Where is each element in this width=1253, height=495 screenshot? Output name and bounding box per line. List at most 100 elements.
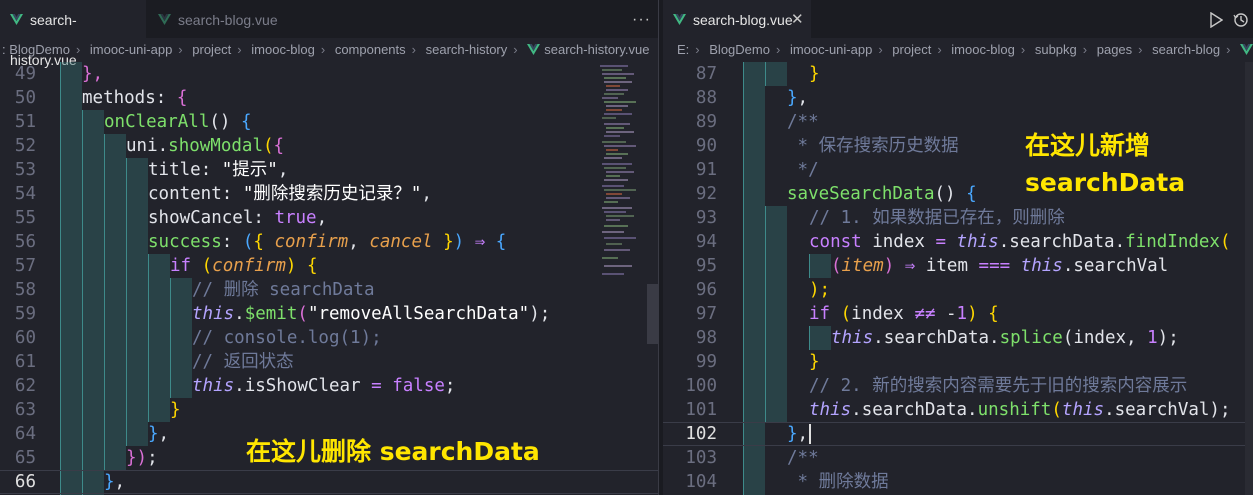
tab-search-blog-vue[interactable]: search-blog.vue	[148, 0, 288, 38]
code-comment: */	[787, 160, 819, 180]
line-number: 102	[685, 424, 717, 444]
line-number: 94	[695, 232, 717, 252]
code-token: if	[809, 304, 831, 324]
line-number: 101	[685, 400, 717, 420]
code-token: this	[831, 328, 874, 348]
breadcrumb-item[interactable]: pages	[1097, 42, 1132, 57]
code-token: findIndex	[1125, 232, 1220, 252]
code-comment: /**	[787, 448, 819, 468]
chevron-right-icon: ›	[695, 42, 700, 57]
code-token: false	[392, 376, 445, 396]
code-token: index	[851, 304, 915, 324]
chevron-right-icon: ›	[513, 42, 518, 57]
tab-search-history-vue[interactable]: search-history.vue	[0, 0, 146, 68]
line-number: 104	[685, 472, 717, 492]
code-line: 52 uni.showModal({	[0, 134, 658, 158]
breadcrumb-item[interactable]: components	[335, 42, 406, 57]
code-token: this	[809, 400, 852, 420]
line-number: 61	[14, 352, 36, 372]
code-token: saveSearchData	[787, 184, 935, 204]
code-token: showModal	[168, 136, 263, 156]
scrollbar-track[interactable]	[1245, 62, 1253, 495]
breadcrumb-item[interactable]: imooc-blog	[951, 42, 1015, 57]
annotation-add-line2: searchData	[1025, 168, 1186, 197]
line-number: 91	[695, 160, 717, 180]
breadcrumb-item[interactable]: search-history.vue	[544, 42, 649, 57]
history-icon[interactable]	[1233, 12, 1249, 28]
breadcrumb-item[interactable]: imooc-blog	[251, 42, 315, 57]
code-line: 56 success: ({ confirm, cancel }) ⇒ {	[0, 230, 658, 254]
breadcrumb-item[interactable]: search-history	[426, 42, 508, 57]
code-editor-left[interactable]: 49}, 50 methods: { 51 onClearAll() { 52 uni…	[0, 62, 658, 495]
code-token: {	[176, 88, 188, 108]
vue-icon	[158, 14, 171, 26]
code-line: 89 /**	[663, 110, 1253, 134]
code-comment: // 返回状态	[192, 352, 294, 372]
code-comment: * 保存搜索历史数据	[787, 136, 959, 156]
chevron-right-icon: ›	[237, 42, 242, 57]
code-token: .searchData.	[873, 328, 1000, 348]
breadcrumb-item[interactable]: BlogDemo	[709, 42, 770, 57]
tab-label: search-blog.vue	[178, 12, 278, 28]
code-token: "removeAllSearchData"	[307, 304, 530, 324]
code-line: 60 // console.log(1);	[0, 326, 658, 350]
minimap[interactable]	[598, 62, 640, 282]
more-actions-icon[interactable]: ···	[632, 0, 651, 40]
code-token: )	[967, 304, 989, 324]
code-token: (index,	[1062, 328, 1148, 348]
code-token: const	[809, 232, 862, 252]
code-token: this	[192, 376, 235, 396]
line-number: 97	[695, 304, 717, 324]
scrollbar-thumb[interactable]	[647, 284, 658, 344]
code-token: ,	[348, 232, 370, 252]
run-icon[interactable]	[1209, 12, 1223, 28]
breadcrumb-item[interactable]: search-blog	[1152, 42, 1220, 57]
right-editor-pane: search-blog.vue ✕ E: › BlogDemo › imooc-un…	[663, 0, 1253, 495]
code-token: },	[82, 64, 104, 84]
line-number: 93	[695, 208, 717, 228]
code-line: 57 if (confirm) {	[0, 254, 658, 278]
breadcrumb-item[interactable]: project	[892, 42, 931, 57]
code-token: ,	[797, 88, 809, 108]
line-number: 95	[695, 256, 717, 276]
code-comment: * 删除数据	[787, 472, 889, 492]
right-tab-bar: search-blog.vue ✕	[663, 0, 1253, 38]
code-token: )	[453, 232, 475, 252]
tab-search-blog-vue[interactable]: search-blog.vue ✕	[663, 0, 811, 38]
code-token: ⇒	[474, 232, 486, 252]
chevron-right-icon: ›	[320, 42, 326, 57]
code-editor-right[interactable]: 87} 88}, 89 /** 90 * 保存搜索历史数据 91 */ 92 sav…	[663, 62, 1253, 495]
code-token: showCancel	[148, 208, 254, 228]
breadcrumb-item[interactable]: imooc-uni-app	[90, 42, 172, 57]
code-line: 102},	[663, 422, 1253, 446]
code-token: {	[485, 232, 507, 252]
code-line: 53 title: "提示",	[0, 158, 658, 182]
line-number: 64	[14, 424, 36, 444]
breadcrumb-item[interactable]: project	[192, 42, 231, 57]
vue-icon	[1240, 43, 1253, 55]
code-token: this	[192, 304, 235, 324]
code-line: 61 // 返回状态	[0, 350, 658, 374]
close-icon[interactable]: ✕	[791, 0, 804, 40]
code-token: );	[1209, 400, 1231, 420]
code-token: :	[155, 88, 177, 108]
breadcrumb-item[interactable]: BlogDemo	[9, 42, 70, 57]
breadcrumb-item[interactable]: subpkg	[1035, 42, 1077, 57]
text-cursor	[809, 424, 812, 444]
left-editor-pane: search-history.vue search-blog.vue ··· :…	[0, 0, 658, 495]
chevron-right-icon: ›	[178, 42, 183, 57]
code-line: 59 this.$emit("removeAllSearchData");	[0, 302, 658, 326]
breadcrumb-item[interactable]: E:	[677, 42, 689, 57]
breadcrumb-item[interactable]: imooc-uni-app	[790, 42, 872, 57]
line-number: 87	[695, 64, 717, 84]
code-token: }	[809, 64, 820, 84]
code-comment: // 1. 如果数据已存在，则删除	[809, 208, 1065, 228]
chevron-right-icon: ›	[1082, 42, 1088, 57]
annotation-add-line1: 在这儿新增	[1025, 131, 1151, 160]
line-number: 63	[14, 400, 36, 420]
code-token: ⇒	[904, 256, 916, 276]
line-number: 99	[695, 352, 717, 372]
chevron-right-icon: ›	[1138, 42, 1143, 57]
code-token: );	[809, 280, 831, 300]
